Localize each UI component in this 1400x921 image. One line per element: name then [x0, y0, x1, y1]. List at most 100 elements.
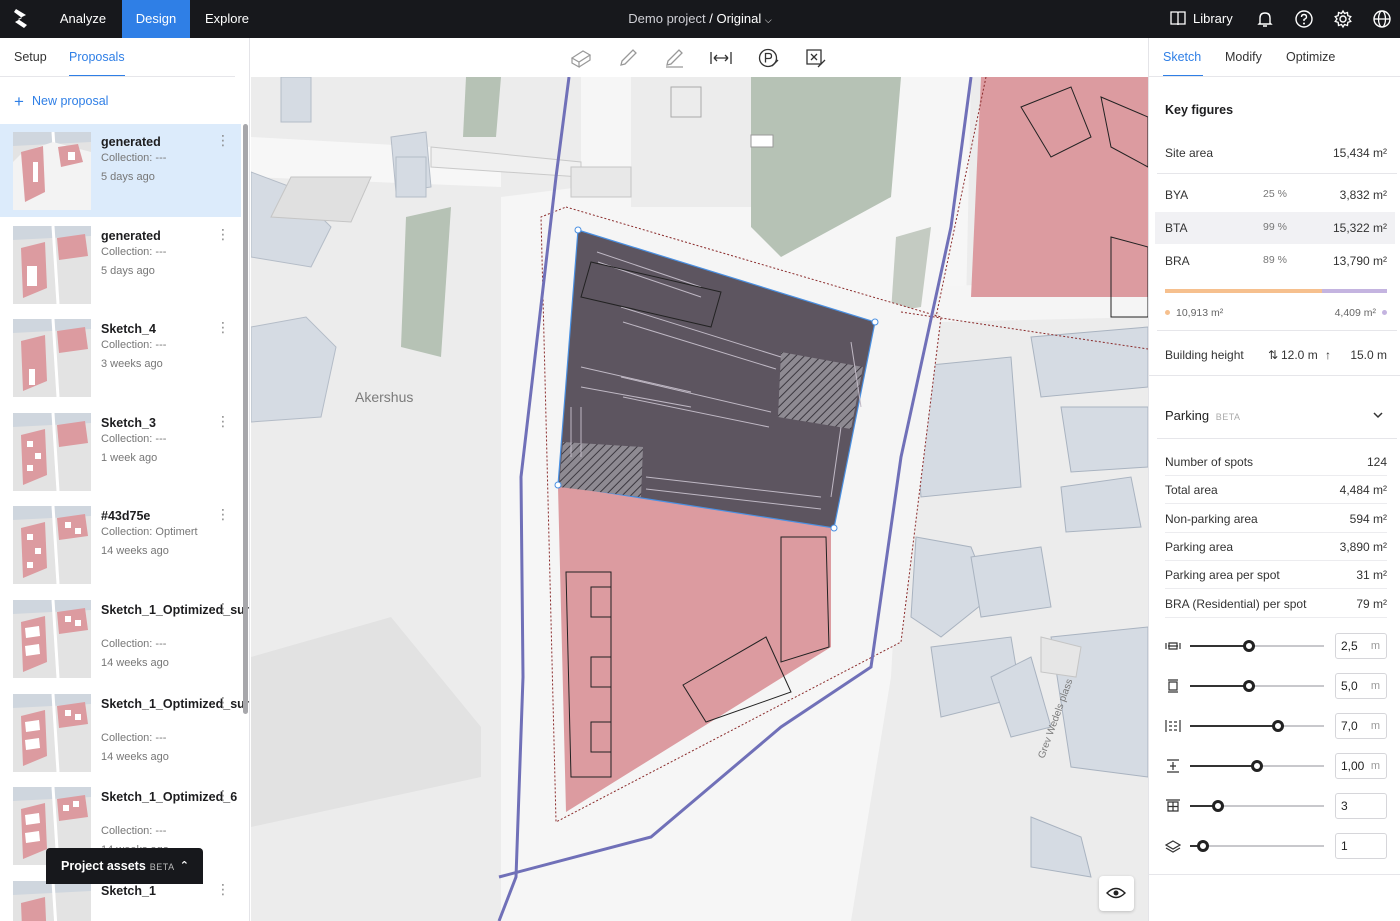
- remove-area-icon[interactable]: [804, 47, 828, 69]
- more-vertical-icon[interactable]: ⋮: [216, 507, 230, 521]
- proposal-date: 1 week ago: [101, 451, 158, 464]
- proposal-item[interactable]: generated Collection: --- 5 days ago ⋮: [0, 124, 241, 217]
- layers-icon: [1165, 840, 1181, 853]
- proposal-item[interactable]: Sketch_1_Optimized_sun Collection: --- 14 …: [0, 592, 249, 685]
- slider-handle[interactable]: [1197, 840, 1210, 852]
- more-vertical-icon[interactable]: ⋮: [216, 601, 230, 615]
- plus-icon: +: [14, 92, 24, 111]
- more-vertical-icon[interactable]: ⋮: [216, 133, 230, 147]
- parking-stat-label: Parking area: [1165, 539, 1234, 554]
- split-legend-right: 4,409 m²: [1315, 307, 1387, 319]
- slider-fill: [1190, 685, 1249, 687]
- project-selector[interactable]: Demo project / Original ⌵: [560, 0, 840, 38]
- slider-track[interactable]: [1190, 640, 1324, 652]
- nav-tab-design[interactable]: Design: [122, 0, 190, 38]
- max-height-value: 15.0 m: [1350, 348, 1387, 362]
- proposal-thumbnail: [13, 319, 91, 398]
- tab-modify[interactable]: Modify: [1225, 50, 1262, 64]
- project-assets-button[interactable]: Project assets BETA ⌃: [46, 848, 203, 884]
- proposal-name: Sketch_4: [101, 322, 156, 337]
- proposal-name: generated: [101, 135, 161, 149]
- nav-tab-explore[interactable]: Explore: [192, 0, 262, 38]
- slider-unit: m: [1370, 760, 1380, 772]
- slider-value-input[interactable]: 1,00 m: [1335, 753, 1387, 779]
- slider-handle[interactable]: [1242, 640, 1255, 652]
- slider-value-input[interactable]: 3: [1335, 793, 1387, 819]
- parking-stat-label: BRA (Residential) per spot: [1165, 596, 1307, 611]
- more-vertical-icon[interactable]: ⋮: [216, 227, 230, 241]
- tab-proposals[interactable]: Proposals: [69, 50, 125, 64]
- draw-building-icon[interactable]: [569, 47, 593, 69]
- slider-value: 5,0: [1341, 679, 1358, 693]
- parking-icon[interactable]: [757, 47, 781, 69]
- slider-track[interactable]: [1190, 840, 1324, 852]
- scrollbar[interactable]: [243, 124, 248, 714]
- slider-handle[interactable]: [1251, 760, 1263, 772]
- app-logo-icon[interactable]: [10, 6, 34, 32]
- more-vertical-icon[interactable]: ⋮: [216, 882, 230, 896]
- bell-icon[interactable]: [1255, 9, 1275, 29]
- divider: [1149, 76, 1400, 77]
- more-vertical-icon[interactable]: ⋮: [216, 695, 230, 709]
- nav-tab-analyze[interactable]: Analyze: [46, 0, 120, 38]
- map-canvas[interactable]: Akershus Grev Wedels plass: [251, 77, 1148, 921]
- gear-icon[interactable]: [1333, 9, 1353, 29]
- proposal-item[interactable]: #43d75e Collection: Optimert 14 weeks ago ⋮: [0, 498, 241, 591]
- beta-badge: BETA: [1215, 412, 1241, 422]
- slider-track[interactable]: [1190, 760, 1324, 772]
- slider-value-input[interactable]: 5,0 m: [1335, 673, 1387, 699]
- chevron-down-icon: ⌵: [764, 15, 772, 25]
- slider-value-input[interactable]: 1: [1335, 833, 1387, 859]
- parking-stat-row: Parking area 3,890 m²: [1165, 533, 1387, 561]
- draw-area-icon[interactable]: [663, 47, 687, 69]
- slider-unit: m: [1370, 640, 1380, 652]
- parking-stat-row: Non-parking area 594 m²: [1165, 505, 1387, 533]
- proposal-date: 5 days ago: [101, 171, 155, 183]
- tab-optimize[interactable]: Optimize: [1286, 50, 1335, 64]
- proposal-collection: Collection: ---: [101, 731, 167, 744]
- area-split-bar-right: [1322, 289, 1387, 293]
- proposal-collection: Collection: ---: [101, 152, 167, 164]
- divider: [1149, 874, 1400, 875]
- proposal-thumbnail: [13, 132, 91, 210]
- visibility-toggle-button[interactable]: [1099, 876, 1134, 911]
- measure-icon[interactable]: [709, 47, 733, 69]
- tab-sketch[interactable]: Sketch: [1163, 50, 1201, 64]
- divider: [0, 76, 235, 77]
- split-left-value: 10,913 m²: [1176, 307, 1224, 319]
- more-vertical-icon[interactable]: ⋮: [216, 320, 230, 334]
- slider-value-input[interactable]: 2,5 m: [1335, 633, 1387, 659]
- proposal-name: #43d75e: [101, 509, 151, 524]
- chevron-up-icon: ⌃: [179, 860, 189, 872]
- slider-track[interactable]: [1190, 800, 1324, 812]
- help-icon[interactable]: [1294, 9, 1314, 29]
- slider-track[interactable]: [1190, 720, 1324, 732]
- proposal-item[interactable]: Sketch_4 Collection: --- 3 weeks ago ⋮: [0, 311, 241, 404]
- globe-icon[interactable]: [1372, 9, 1392, 29]
- proposal-item[interactable]: Sketch_3 Collection: --- 1 week ago ⋮: [0, 405, 241, 498]
- parking-stat-label: Non-parking area: [1165, 511, 1258, 526]
- new-proposal-button[interactable]: + New proposal: [14, 92, 108, 112]
- site-map[interactable]: Akershus Grev Wedels plass: [251, 77, 1148, 921]
- top-bar: Analyze Design Explore Demo project / Or…: [0, 0, 1400, 38]
- pencil-icon[interactable]: [617, 47, 641, 69]
- slider-value: 7,0: [1341, 719, 1358, 733]
- tab-setup[interactable]: Setup: [14, 50, 47, 64]
- slider-value-input[interactable]: 7,0 m: [1335, 713, 1387, 739]
- proposal-item[interactable]: Sketch_1_Optimized_sun Collection: --- 14 …: [0, 686, 249, 779]
- slider-track[interactable]: [1190, 680, 1324, 692]
- proposals-panel: Setup Proposals + New proposal generated C…: [0, 38, 250, 921]
- slider-handle[interactable]: [1212, 800, 1225, 812]
- proposal-thumbnail: [13, 693, 91, 772]
- slider-handle[interactable]: [1242, 680, 1255, 692]
- proposal-item[interactable]: generated Collection: --- 5 days ago ⋮: [0, 218, 241, 311]
- bta-row: BTA 99 % 15,322 m²: [1165, 221, 1387, 235]
- proposal-name: Sketch_1: [101, 883, 156, 898]
- slider-handle[interactable]: [1272, 720, 1285, 732]
- parking-stat-row: Number of spots 124: [1165, 448, 1387, 476]
- more-vertical-icon[interactable]: ⋮: [216, 414, 230, 428]
- chevron-down-icon[interactable]: [1372, 410, 1384, 420]
- project-assets-label: Project assets: [61, 859, 146, 873]
- parking-stat-value: 594 m²: [1349, 511, 1387, 526]
- more-vertical-icon[interactable]: ⋮: [216, 788, 230, 802]
